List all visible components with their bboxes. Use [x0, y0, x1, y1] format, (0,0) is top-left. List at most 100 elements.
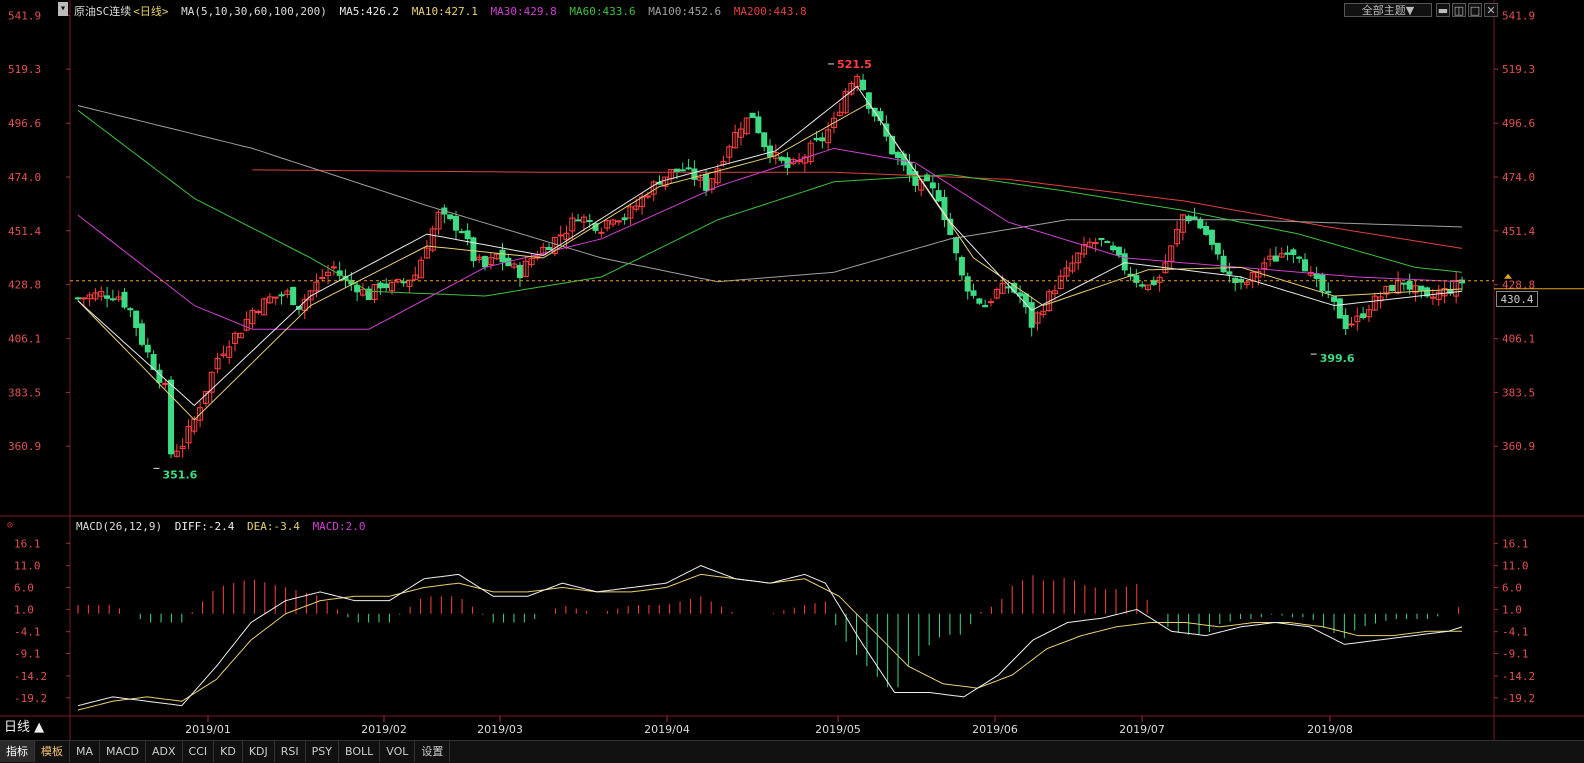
x-label-1: 2019/02: [361, 723, 407, 736]
minimize-icon[interactable]: ▬: [1436, 3, 1450, 17]
restore-icon[interactable]: ◫: [1452, 3, 1466, 17]
candle-body: [330, 266, 337, 269]
ma5-value: MA5:426.2: [339, 5, 400, 18]
macd-tick-right-4: -4.1: [1502, 626, 1529, 639]
candle-body: [290, 286, 297, 306]
tab-6[interactable]: KD: [214, 741, 243, 762]
maximize-icon[interactable]: □: [1468, 3, 1482, 17]
candle-body: [1191, 216, 1198, 221]
candle-body: [1104, 241, 1111, 244]
candle-body: [1284, 252, 1291, 255]
tab-7[interactable]: KDJ: [243, 741, 275, 762]
candle-body: [1203, 225, 1210, 235]
tab-8[interactable]: RSI: [275, 741, 306, 762]
candle-body: [1022, 293, 1029, 308]
macd-tick-right-3: 1.0: [1502, 603, 1522, 616]
candle-body: [1406, 280, 1413, 290]
x-label-4: 2019/05: [815, 723, 861, 736]
tab-5[interactable]: CCI: [183, 741, 215, 762]
ma30-line: [77, 147, 1463, 330]
candle-body: [1331, 296, 1338, 302]
candle-body: [982, 304, 989, 308]
candle-body: [1208, 229, 1215, 245]
macd-tick-left-3: 1.0: [14, 603, 34, 616]
tab-2[interactable]: MA: [70, 741, 101, 762]
macd-tick-left-4: -4.1: [14, 626, 41, 639]
candle-body: [860, 79, 867, 91]
y-tick-left-7: 383.5: [8, 386, 41, 399]
x-label-7: 2019/08: [1307, 723, 1353, 736]
y-tick-right-4: 451.4: [1502, 225, 1535, 238]
candle-body: [1220, 255, 1227, 273]
instrument-title: 原油SC连续: [74, 5, 132, 18]
annotation-label-2: 399.6: [1320, 352, 1355, 365]
candle-body: [894, 151, 901, 159]
candle-body: [1290, 249, 1297, 255]
candle-body: [1110, 245, 1117, 251]
y-tick-left-1: 519.3: [8, 63, 41, 76]
candle-body: [586, 219, 593, 222]
candle-body: [1360, 313, 1367, 319]
tab-12[interactable]: 设置: [415, 741, 451, 762]
candle-body: [557, 234, 564, 237]
tab-11[interactable]: VOL: [380, 741, 416, 762]
candle-body: [447, 214, 454, 220]
candle-body: [1296, 256, 1303, 259]
candle-body: [255, 311, 262, 314]
settings-icon[interactable]: ▾: [58, 2, 68, 16]
theme-select-button[interactable]: 全部主题▼: [1344, 3, 1432, 17]
tab-0[interactable]: 指标: [0, 741, 35, 762]
candle-body: [109, 298, 116, 301]
macd-tick-right-1: 11.0: [1502, 560, 1529, 573]
candle-body: [138, 323, 145, 345]
y-tick-left-6: 406.1: [8, 333, 41, 346]
period-selector[interactable]: 日线 ▲: [0, 718, 44, 738]
candle-body: [1092, 242, 1099, 245]
macd-params: MACD(26,12,9): [76, 520, 163, 533]
candle-body: [377, 282, 384, 289]
candle-body: [400, 281, 407, 284]
candle-body: [889, 135, 896, 155]
dea-value: DEA:-3.4: [246, 520, 300, 533]
candle-body: [1348, 323, 1355, 326]
candle-body: [964, 276, 971, 292]
close-icon[interactable]: ✕: [1484, 3, 1498, 17]
candle-body: [1115, 246, 1122, 256]
candle-body: [1133, 275, 1140, 283]
candle-body: [958, 257, 965, 276]
candle-body: [144, 344, 151, 353]
x-label-6: 2019/07: [1119, 723, 1165, 736]
candle-body: [319, 276, 326, 279]
indicator-settings-icon[interactable]: ⊙: [7, 520, 13, 531]
macd-tick-left-0: 16.1: [14, 537, 41, 550]
tab-3[interactable]: MACD: [100, 741, 146, 762]
candle-body: [755, 116, 762, 134]
tab-9[interactable]: PSY: [306, 741, 339, 762]
ma100-value: MA100:452.6: [648, 5, 722, 18]
candle-body: [953, 237, 960, 254]
candle-body: [133, 310, 140, 329]
y-tick-left-2: 496.6: [8, 117, 41, 130]
y-tick-left-5: 428.8: [8, 279, 41, 292]
candle-body: [987, 301, 994, 304]
ma5-line: [77, 85, 1463, 407]
tab-1[interactable]: 模板: [35, 741, 70, 762]
macd-tick-right-6: -14.2: [1502, 670, 1535, 683]
candle-body: [546, 246, 553, 251]
candle-body: [75, 297, 81, 300]
kline-chart[interactable]: 541.9 541.9519.3 519.3496.6 496.6474.0 474.0…: [0, 0, 1584, 762]
tab-10[interactable]: BOLL: [339, 741, 381, 762]
candle-body: [1139, 284, 1146, 287]
candle-body: [813, 137, 820, 141]
candle-body: [499, 249, 506, 263]
candle-body: [1121, 253, 1128, 271]
main-chart-header: ▾ 原油SC连续 <日线> MA(5,10,30,60,100,200) MA5:…: [0, 0, 1500, 20]
candle-body: [749, 112, 756, 119]
candle-body: [615, 220, 622, 223]
tab-4[interactable]: ADX: [146, 741, 183, 762]
candle-body: [104, 295, 111, 299]
candle-body: [877, 111, 884, 122]
ma200-value: MA200:443.8: [733, 5, 807, 18]
candle-body: [121, 291, 128, 308]
candle-body: [80, 297, 87, 300]
